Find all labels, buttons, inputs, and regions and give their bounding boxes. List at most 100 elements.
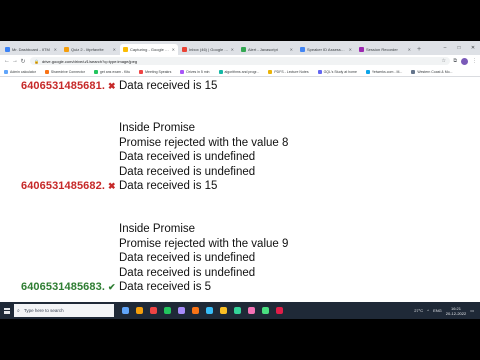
search-placeholder: Type here to search (23, 308, 64, 313)
cross-icon: ✖ (108, 181, 116, 191)
bookmark-item[interactable]: get ans exam - Kitu (93, 69, 130, 74)
output-line: Inside Promise (119, 122, 196, 134)
address-bar[interactable]: 🔒 drive.google.com/drive/u/1/search?q=ty… (30, 57, 450, 65)
bookmark-item[interactable]: Drives in 5 min (180, 69, 210, 74)
bookmark-item[interactable]: PDFS - Lecture Notes (268, 69, 309, 74)
forward-icon[interactable]: → (11, 58, 19, 64)
tab-label: Speaker ID Assessment (307, 47, 348, 52)
taskbar-app-icon[interactable] (150, 307, 157, 314)
result-output: Inside Promise Promise rejected with the … (119, 222, 288, 295)
tab-label: Inbox (46) | Google Drive (189, 47, 230, 52)
tab-favicon-icon (182, 47, 187, 52)
bookmark-label: GQL's Study at home (323, 69, 357, 74)
weather-text[interactable]: 27°C (414, 308, 423, 313)
bookmark-label: algorithms and progr... (224, 69, 260, 74)
bookmark-favicon-icon (411, 69, 416, 74)
bookmark-favicon-icon (93, 69, 98, 74)
tab-close-icon[interactable]: ✕ (290, 47, 293, 52)
bookmark-item[interactable]: Meeting Speakrs (139, 69, 171, 74)
browser-tab[interactable]: Session Recorder ✕ (356, 44, 414, 55)
tab-label: Alert - Javascript (248, 47, 278, 52)
bookmark-label: Yeiwerks.com - M... (371, 69, 403, 74)
bookmark-item[interactable]: algorithms and progr... (218, 69, 260, 74)
tab-favicon-icon (5, 47, 10, 52)
close-window-button[interactable]: ✕ (466, 45, 480, 51)
windows-icon (4, 307, 10, 314)
taskbar-app-icon[interactable] (206, 307, 213, 314)
minimize-button[interactable]: – (438, 45, 452, 51)
taskbar-app-icon[interactable] (248, 307, 255, 314)
search-icon: ⌕ (17, 307, 20, 314)
taskbar: ⌕ Type here to search 27°C ^ ENG 16:21 2… (0, 302, 480, 319)
taskbar-app-icon[interactable] (234, 307, 241, 314)
bookmark-label: Drives in 5 min (186, 69, 210, 74)
tab-close-icon[interactable]: ✕ (349, 47, 352, 52)
taskbar-app-icon[interactable] (122, 307, 129, 314)
browser-tab[interactable]: Inbox (46) | Google Drive ✕ (179, 44, 237, 55)
tab-favicon-icon (241, 47, 246, 52)
tab-label: Quiz 2 - Iitprfavrite (71, 47, 104, 52)
bookmark-label: PDFS - Lecture Notes (274, 69, 309, 74)
maximize-button[interactable]: □ (452, 45, 466, 51)
browser-tab[interactable]: Speaker ID Assessment ✕ (297, 44, 355, 55)
system-tray: 27°C ^ ENG 16:21 20-12-2022 ▭ (414, 306, 480, 316)
back-icon[interactable]: ← (3, 58, 11, 64)
start-button[interactable] (0, 302, 14, 319)
bookmark-favicon-icon (180, 69, 185, 74)
output-line: Data received is 5 (119, 281, 212, 293)
tab-close-icon[interactable]: ✕ (408, 47, 411, 52)
tab-close-icon[interactable]: ✕ (231, 47, 234, 52)
avatar[interactable] (461, 57, 468, 65)
browser-tab[interactable]: Alert - Javascript ✕ (238, 44, 296, 55)
browser-tab[interactable]: Mr. Dashboard - IITM ✕ (2, 44, 60, 55)
result-output: Data received is 15 (119, 79, 217, 94)
tab-close-icon[interactable]: ✕ (54, 47, 57, 52)
bookmark-favicon-icon (4, 69, 8, 74)
lock-icon: 🔒 (34, 58, 39, 64)
output-line: Promise rejected with the value 9 (119, 237, 289, 250)
taskbar-app-icon[interactable] (276, 307, 283, 314)
roll-number-text: 6406531485681. (21, 80, 105, 92)
page-content: Data received is 15 6406531485681. ✖ Inside… (0, 77, 480, 302)
bookmark-favicon-icon (317, 69, 322, 74)
output-line: Data received is undefined (119, 266, 256, 279)
taskbar-app-icon[interactable] (192, 307, 199, 314)
bookmark-label: Sharedrive Connector (50, 69, 85, 74)
taskbar-app-icon[interactable] (220, 307, 227, 314)
bookmark-favicon-icon (139, 69, 144, 74)
tab-label: Mr. Dashboard - IITM (12, 47, 50, 52)
chevron-up-icon[interactable]: ^ (427, 308, 429, 313)
tab-favicon-icon (300, 47, 305, 52)
extensions-icon[interactable]: ⧉ (453, 58, 457, 65)
taskbar-app-icon[interactable] (136, 307, 143, 314)
clock-date: 20-12-2022 (445, 310, 467, 316)
check-icon: ✔ (108, 282, 116, 292)
bookmarks-bar: Admin calculator Sharedrive Connector get … (0, 67, 480, 77)
bookmark-item[interactable]: Sharedrive Connector (44, 69, 85, 74)
browser-tab[interactable]: Capturing - Google Drive ✕ (120, 44, 178, 55)
bookmark-item[interactable]: Yeiwerks.com - M... (365, 69, 403, 74)
tab-close-icon[interactable]: ✕ (172, 47, 175, 52)
taskbar-app-icon[interactable] (262, 307, 269, 314)
bookmark-item[interactable]: Admin calculator (4, 69, 36, 74)
menu-icon[interactable]: ⋮ (472, 58, 477, 65)
bookmark-item[interactable]: GQL's Study at home (317, 69, 357, 74)
language-indicator[interactable]: ENG (433, 308, 442, 313)
screen: Mr. Dashboard - IITM ✕ Quiz 2 - Iitprfavri… (0, 41, 480, 319)
output-line: Data received is 15 (119, 80, 218, 92)
taskbar-app-icon[interactable] (178, 307, 185, 314)
bookmark-item[interactable]: Western Coast & Mo... (411, 69, 452, 74)
bookmark-star-icon[interactable]: ☆ (442, 58, 446, 64)
taskbar-app-icon[interactable] (164, 307, 171, 314)
cross-icon: ✖ (108, 81, 116, 91)
tab-favicon-icon (123, 47, 128, 52)
tab-close-icon[interactable]: ✕ (113, 47, 116, 52)
url-text: drive.google.com/drive/u/1/search?q=type… (41, 58, 138, 64)
browser-tab[interactable]: Quiz 2 - Iitprfavrite ✕ (61, 44, 119, 55)
tab-strip: Mr. Dashboard - IITM ✕ Quiz 2 - Iitprfavri… (0, 41, 480, 55)
reload-icon[interactable]: ↻ (19, 58, 27, 65)
taskbar-search[interactable]: ⌕ Type here to search (14, 304, 114, 317)
new-tab-icon[interactable]: + (417, 46, 421, 53)
notification-icon[interactable]: ▭ (470, 308, 474, 313)
clock[interactable]: 16:21 20-12-2022 (446, 306, 466, 316)
